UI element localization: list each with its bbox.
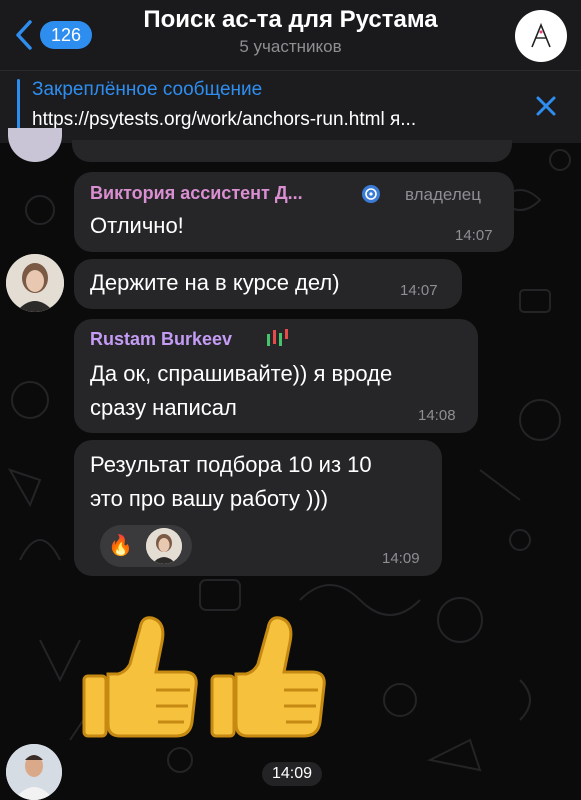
thumbs-up-sticker[interactable] bbox=[78, 612, 328, 742]
pinned-indicator bbox=[17, 79, 20, 133]
pinned-title: Закреплённое сообщение bbox=[32, 79, 263, 100]
close-icon[interactable] bbox=[533, 93, 559, 119]
message-text: Держите на в курсе дел) bbox=[90, 270, 340, 295]
avatar[interactable] bbox=[6, 254, 64, 312]
back-button[interactable]: 126 bbox=[12, 18, 93, 52]
message-text-line: сразу написал bbox=[90, 395, 237, 420]
emoji-status-icon bbox=[267, 329, 288, 346]
user-photo-icon bbox=[6, 744, 62, 800]
member-count: 5 участников bbox=[239, 37, 342, 56]
group-avatar[interactable] bbox=[515, 10, 567, 62]
group-logo-icon bbox=[531, 22, 551, 48]
message-time: 14:08 bbox=[418, 407, 456, 424]
message-text-line: это про вашу работу ))) bbox=[90, 486, 329, 511]
unread-count-badge: 126 bbox=[40, 21, 93, 49]
message-time: 14:09 bbox=[382, 550, 420, 567]
chat-title[interactable]: Поиск ас-та для Рустама bbox=[100, 6, 481, 34]
message-time: 14:09 bbox=[272, 765, 313, 782]
reactor-avatar[interactable] bbox=[146, 528, 182, 564]
pinned-text: https://psytests.org/work/anchors-run.ht… bbox=[32, 109, 417, 130]
chat-header: 126 Поиск ас-та для Рустама 5 участников bbox=[0, 0, 581, 70]
previous-message-bubble[interactable] bbox=[72, 140, 512, 162]
message-text-line: Да ок, спрашивайте)) я вроде bbox=[90, 361, 393, 386]
message-text: Отлично! bbox=[90, 213, 184, 238]
reaction-chip[interactable]: 🔥 bbox=[100, 525, 192, 567]
fire-reaction-icon: 🔥 bbox=[108, 533, 133, 557]
message-text-line: Результат подбора 10 из 10 bbox=[90, 452, 372, 477]
avatar[interactable] bbox=[6, 744, 62, 800]
user-photo-icon bbox=[6, 254, 64, 312]
sender-name[interactable]: Rustam Burkeev bbox=[90, 329, 232, 350]
sticker-time-badge: 14:09 bbox=[262, 762, 323, 786]
message-time: 14:07 bbox=[455, 227, 493, 244]
chevron-left-icon bbox=[16, 20, 32, 50]
sender-name[interactable]: Виктория ассистент Д... bbox=[90, 183, 303, 204]
pinned-message-bar[interactable]: Закреплённое сообщение https://psytests.… bbox=[0, 70, 581, 143]
admin-role-label: владелец bbox=[405, 185, 481, 204]
message-time: 14:07 bbox=[400, 282, 438, 299]
user-photo-icon bbox=[146, 528, 182, 564]
emoji-status-icon bbox=[362, 185, 380, 203]
